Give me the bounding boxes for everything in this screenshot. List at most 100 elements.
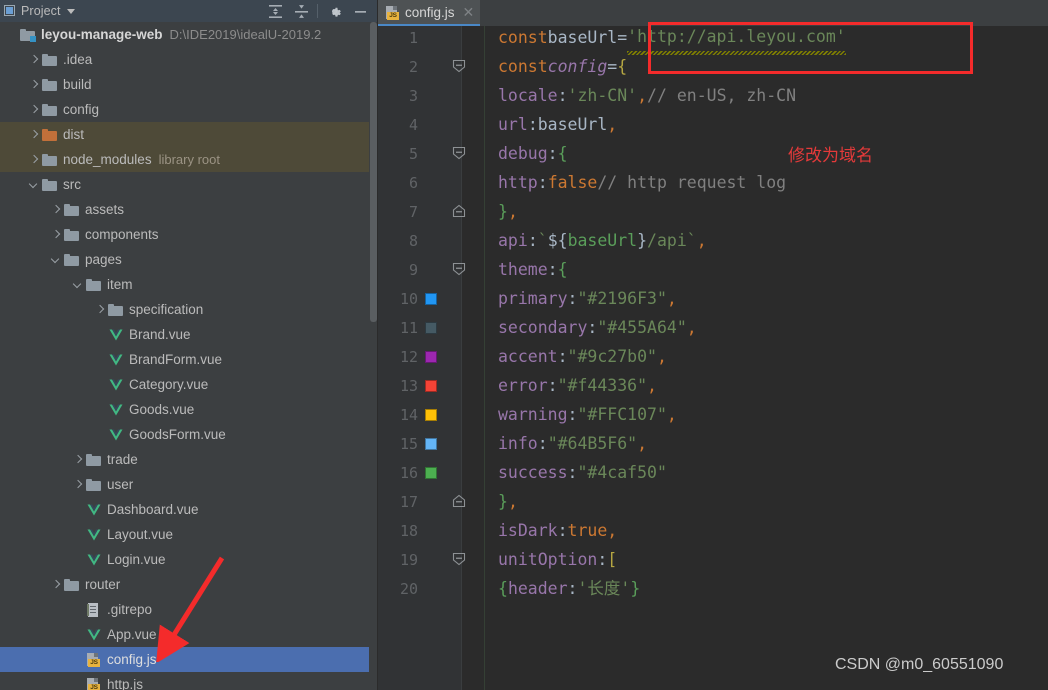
- code-line[interactable]: 14 warning: "#FFC107",: [378, 400, 1048, 429]
- code-line[interactable]: 19 unitOption:[: [378, 545, 1048, 574]
- tree-row-goods-vue[interactable]: Goods.vue: [0, 397, 378, 422]
- tree-row--idea[interactable]: .idea: [0, 47, 378, 72]
- code-line[interactable]: 5 debug: {: [378, 139, 1048, 168]
- code-line[interactable]: 20 { header: '长度' }: [378, 574, 1048, 603]
- tree-row--gitrepo[interactable]: .gitrepo: [0, 597, 378, 622]
- code-text[interactable]: debug: {: [498, 139, 568, 168]
- tree-row-leyou-manage-web[interactable]: leyou-manage-web D:\IDE2019\idealU-2019.2: [0, 22, 378, 47]
- color-swatch-gutter[interactable]: [425, 409, 437, 421]
- code-line[interactable]: 1 const baseUrl = 'http://api.leyou.com': [378, 23, 1048, 55]
- tree-row-http-js[interactable]: JS http.js: [0, 672, 378, 690]
- sidebar-scrollbar-thumb[interactable]: [370, 22, 377, 322]
- code-text[interactable]: locale: 'zh-CN', // en-US, zh-CN: [498, 81, 796, 110]
- tree-row-user[interactable]: user: [0, 472, 378, 497]
- tree-row-build[interactable]: build: [0, 72, 378, 97]
- color-swatch-gutter[interactable]: [425, 467, 437, 479]
- close-icon[interactable]: ✕: [463, 5, 475, 19]
- code-line[interactable]: 4 url: baseUrl,: [378, 110, 1048, 139]
- code-line[interactable]: 3 locale: 'zh-CN', // en-US, zh-CN: [378, 81, 1048, 110]
- code-text[interactable]: theme:{: [498, 255, 568, 284]
- code-text[interactable]: url: baseUrl,: [498, 110, 617, 139]
- collapse-all-icon[interactable]: [288, 1, 314, 21]
- tree-row-config-js[interactable]: JS config.js: [0, 647, 378, 672]
- tree-row-brandform-vue[interactable]: BrandForm.vue: [0, 347, 378, 372]
- code-text[interactable]: const config = {: [498, 52, 627, 81]
- code-line[interactable]: 11 secondary: "#455A64",: [378, 313, 1048, 342]
- tree-row-pages[interactable]: pages: [0, 247, 378, 272]
- code-line[interactable]: 12 accent: "#9c27b0",: [378, 342, 1048, 371]
- color-swatch-gutter[interactable]: [425, 351, 437, 363]
- code-line[interactable]: 7 },: [378, 197, 1048, 226]
- color-swatch-gutter[interactable]: [425, 322, 437, 334]
- gear-icon[interactable]: [321, 1, 347, 21]
- chevron-right-icon[interactable]: [50, 204, 61, 215]
- tree-row-category-vue[interactable]: Category.vue: [0, 372, 378, 397]
- chevron-down-icon[interactable]: [66, 8, 75, 14]
- code-text[interactable]: },: [498, 197, 518, 226]
- project-tree[interactable]: leyou-manage-web D:\IDE2019\idealU-2019.2…: [0, 22, 378, 690]
- tree-row-src[interactable]: src: [0, 172, 378, 197]
- code-text[interactable]: info: "#64B5F6",: [498, 429, 647, 458]
- code-canvas[interactable]: 1 const baseUrl = 'http://api.leyou.com' 2…: [378, 22, 1048, 690]
- tree-row-item[interactable]: item: [0, 272, 378, 297]
- code-text[interactable]: { header: '长度' }: [498, 574, 640, 603]
- chevron-right-icon[interactable]: [72, 454, 83, 465]
- code-line[interactable]: 10 primary: "#2196F3",: [378, 284, 1048, 313]
- tree-row-components[interactable]: components: [0, 222, 378, 247]
- tree-row-login-vue[interactable]: Login.vue: [0, 547, 378, 572]
- fold-open-icon[interactable]: [452, 262, 466, 276]
- fold-close-icon[interactable]: [452, 204, 466, 218]
- code-line[interactable]: 15 info: "#64B5F6",: [378, 429, 1048, 458]
- tree-row-router[interactable]: router: [0, 572, 378, 597]
- tree-row-dist[interactable]: dist: [0, 122, 378, 147]
- tree-row-layout-vue[interactable]: Layout.vue: [0, 522, 378, 547]
- code-line[interactable]: 2 const config = {: [378, 52, 1048, 81]
- code-line[interactable]: 13 error: "#f44336",: [378, 371, 1048, 400]
- chevron-right-icon[interactable]: [50, 579, 61, 590]
- code-text[interactable]: accent: "#9c27b0",: [498, 342, 667, 371]
- tree-row-brand-vue[interactable]: Brand.vue: [0, 322, 378, 347]
- minimize-icon[interactable]: [347, 1, 373, 21]
- code-line[interactable]: 18 isDark: true,: [378, 516, 1048, 545]
- code-line[interactable]: 16 success: "#4caf50": [378, 458, 1048, 487]
- chevron-right-icon[interactable]: [94, 304, 105, 315]
- chevron-right-icon[interactable]: [28, 104, 39, 115]
- fold-open-icon[interactable]: [452, 146, 466, 160]
- chevron-right-icon[interactable]: [28, 79, 39, 90]
- fold-close-icon[interactable]: [452, 494, 466, 508]
- code-text[interactable]: unitOption:[: [498, 545, 617, 574]
- tree-row-goodsform-vue[interactable]: GoodsForm.vue: [0, 422, 378, 447]
- fold-open-icon[interactable]: [452, 552, 466, 566]
- code-text[interactable]: error: "#f44336",: [498, 371, 657, 400]
- code-text[interactable]: success: "#4caf50": [498, 458, 667, 487]
- tree-row-config[interactable]: config: [0, 97, 378, 122]
- tree-row-dashboard-vue[interactable]: Dashboard.vue: [0, 497, 378, 522]
- code-text[interactable]: http: false // http request log: [498, 168, 786, 197]
- chevron-right-icon[interactable]: [28, 54, 39, 65]
- code-text[interactable]: const baseUrl = 'http://api.leyou.com': [498, 23, 846, 55]
- code-line[interactable]: 17 },: [378, 487, 1048, 516]
- code-text[interactable]: isDark: true,: [498, 516, 617, 545]
- chevron-down-icon[interactable]: [72, 279, 83, 290]
- code-line[interactable]: 6 http: false // http request log: [378, 168, 1048, 197]
- chevron-right-icon[interactable]: [50, 229, 61, 240]
- tree-row-specification[interactable]: specification: [0, 297, 378, 322]
- code-text[interactable]: primary: "#2196F3",: [498, 284, 677, 313]
- tree-row-app-vue[interactable]: App.vue: [0, 622, 378, 647]
- color-swatch-gutter[interactable]: [425, 438, 437, 450]
- code-line[interactable]: 9 theme:{: [378, 255, 1048, 284]
- code-text[interactable]: api: ` ${baseUrl}/api`,: [498, 226, 707, 255]
- code-text[interactable]: secondary: "#455A64",: [498, 313, 697, 342]
- chevron-right-icon[interactable]: [28, 154, 39, 165]
- code-text[interactable]: warning: "#FFC107",: [498, 400, 677, 429]
- color-swatch-gutter[interactable]: [425, 380, 437, 392]
- chevron-down-icon[interactable]: [28, 179, 39, 190]
- color-swatch-gutter[interactable]: [425, 293, 437, 305]
- tree-row-trade[interactable]: trade: [0, 447, 378, 472]
- fold-open-icon[interactable]: [452, 59, 466, 73]
- expand-all-icon[interactable]: [262, 1, 288, 21]
- chevron-down-icon[interactable]: [50, 254, 61, 265]
- code-line[interactable]: 8 api: ` ${baseUrl}/api`,: [378, 226, 1048, 255]
- chevron-right-icon[interactable]: [72, 479, 83, 490]
- code-text[interactable]: },: [498, 487, 518, 516]
